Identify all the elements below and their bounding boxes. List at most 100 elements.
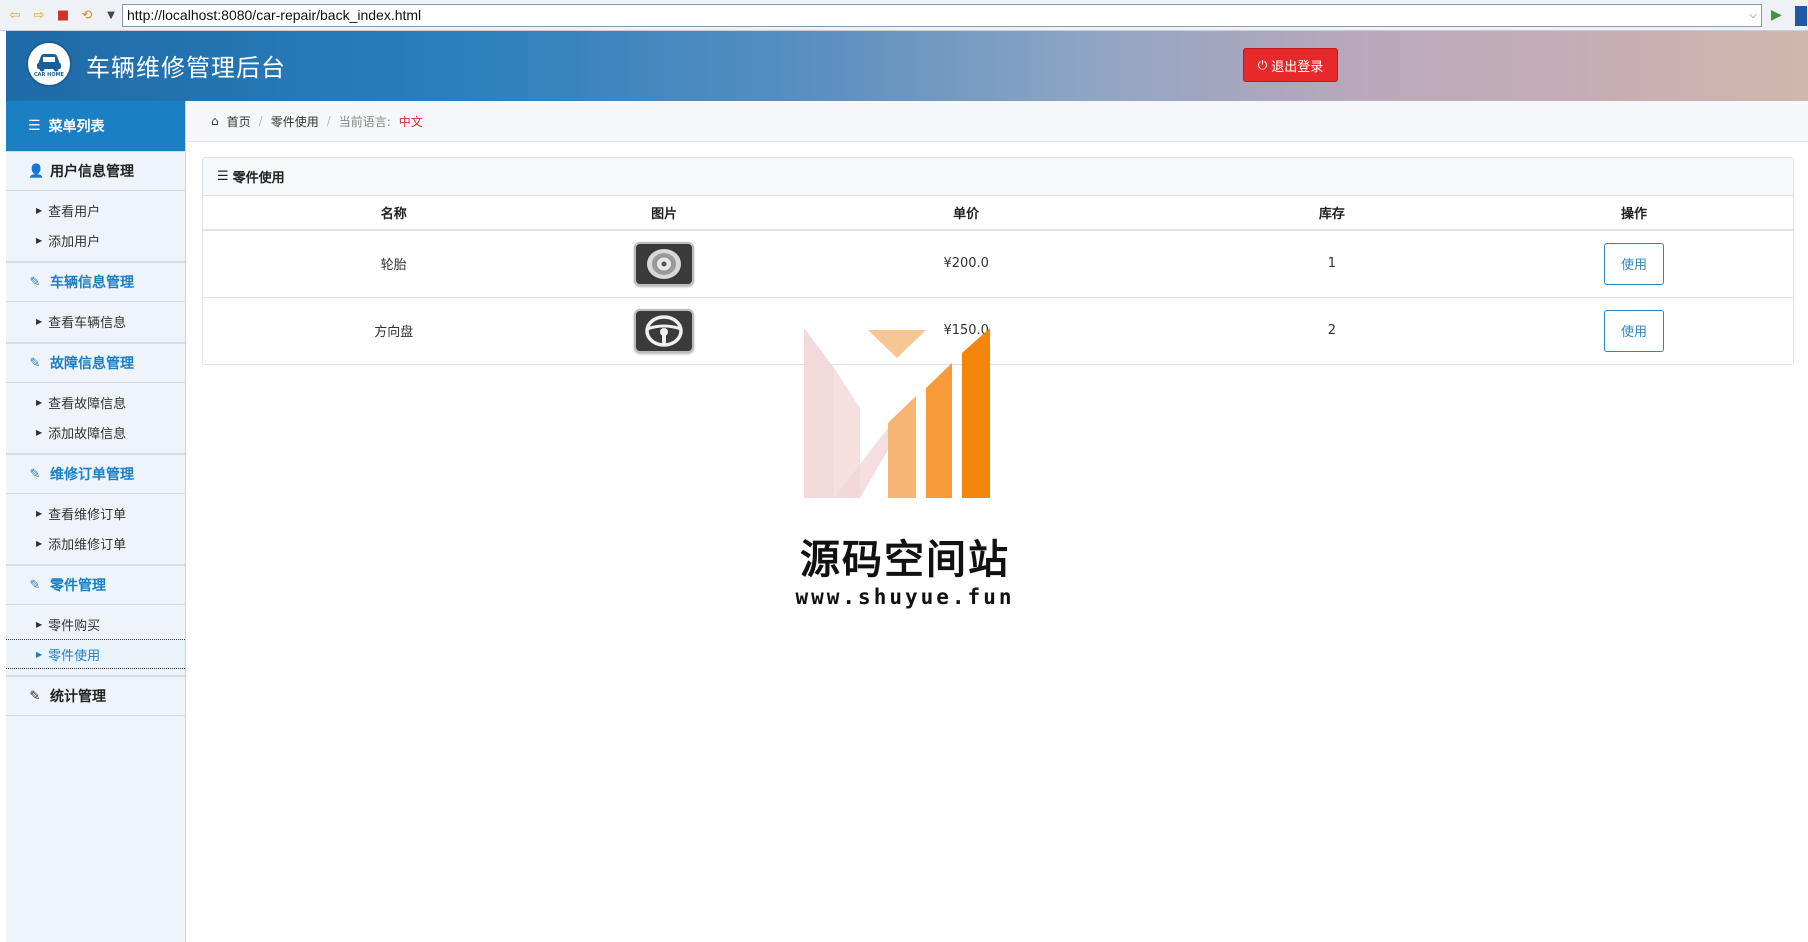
breadcrumb-separator: / (326, 114, 331, 128)
part-image-cell (584, 230, 744, 298)
edit-icon: ✎ (29, 355, 41, 371)
sidebar-item-add-fault[interactable]: ▶ 添加故障信息 (6, 417, 185, 447)
column-header-image: 图片 (584, 196, 744, 231)
sidebar-item-label: 添加用户 (48, 234, 101, 250)
browser-toolbar: ⇦ ⇨ ■ ⟲ ▼ http://localhost:8080/car-repa… (0, 0, 1808, 31)
sidebar-group-repair-orders[interactable]: ✎ 维修订单管理 (6, 454, 185, 494)
breadcrumb-current[interactable]: 零件使用 (271, 113, 319, 130)
sidebar-item-parts-usage[interactable]: ▶ 零件使用 (6, 639, 185, 669)
sidebar-group-statistics[interactable]: ✎ 统计管理 (6, 676, 185, 716)
sidebar-group-label: 用户信息管理 (50, 164, 134, 180)
list-icon: ☰ (28, 118, 41, 134)
sidebar-item-view-orders[interactable]: ▶ 查看维修订单 (6, 498, 185, 528)
history-dropdown-icon[interactable]: ▼ (102, 6, 120, 24)
panel-header: ☰ 零件使用 (203, 158, 1793, 196)
column-header-action: 操作 (1474, 196, 1793, 231)
sidebar-group-items: ▶ 查看车辆信息 (6, 302, 185, 343)
part-action-cell: 使用 (1475, 297, 1793, 364)
caret-right-icon: ▶ (36, 427, 43, 437)
part-stock: 2 (1327, 323, 1337, 339)
address-url: http://localhost:8080/car-repair/back_in… (127, 7, 422, 23)
part-stock: 1 (1188, 230, 1475, 298)
logo: CAR HOME (26, 41, 72, 87)
home-icon: ⌂ (211, 114, 219, 128)
use-button[interactable]: 使用 (1603, 242, 1664, 285)
part-image-cell (585, 297, 744, 364)
edit-icon: ✎ (29, 466, 41, 482)
logout-label: 退出登录 (1271, 58, 1324, 74)
watermark-url: www.shuyue.fun (795, 585, 1015, 609)
breadcrumb-separator: / (258, 114, 263, 128)
sidebar: ☰ 菜单列表 👤 用户信息管理 ▶ 查看用户 ▶ 添加用户 ✎ 车辆信息管理 ▶… (6, 101, 186, 942)
caret-right-icon: ▶ (36, 649, 43, 659)
power-icon: ⏻ (1257, 57, 1268, 72)
stop-icon[interactable]: ■ (54, 6, 72, 24)
refresh-icon[interactable]: ⟲ (78, 6, 96, 24)
go-icon[interactable]: ▶ (1771, 7, 1782, 23)
part-price: ¥200.0 (743, 230, 1189, 298)
part-name: 轮胎 (203, 230, 585, 298)
browser-side-icon (1795, 6, 1807, 26)
menu-list-title: 菜单列表 (48, 119, 105, 135)
caret-right-icon: ▶ (36, 538, 43, 548)
sidebar-group-user-info[interactable]: 👤 用户信息管理 (6, 151, 185, 191)
sidebar-item-label: 查看用户 (48, 204, 101, 220)
sidebar-group-items: ▶ 零件购买 ▶ 零件使用 (6, 605, 185, 676)
column-header-name: 名称 (203, 196, 585, 231)
address-bar[interactable]: http://localhost:8080/car-repair/back_in… (122, 4, 1762, 27)
watermark-title: 源码空间站 (800, 537, 1010, 583)
edit-icon: ✎ (29, 688, 41, 704)
sidebar-group-label: 维修订单管理 (50, 467, 134, 483)
sidebar-item-label: 添加维修订单 (48, 537, 127, 553)
app-title: 车辆维修管理后台 (86, 54, 286, 82)
user-icon: 👤 (28, 163, 45, 179)
sidebar-item-label: 查看故障信息 (48, 396, 127, 412)
caret-right-icon: ▶ (36, 235, 43, 245)
steering-wheel-icon (634, 308, 695, 353)
edit-icon: ✎ (29, 274, 41, 290)
car-logo-icon (37, 54, 61, 72)
edit-icon: ✎ (29, 577, 41, 593)
sidebar-item-label: 零件使用 (48, 648, 101, 664)
caret-right-icon: ▶ (36, 619, 43, 629)
sidebar-group-label: 车辆信息管理 (50, 275, 134, 291)
sidebar-group-label: 统计管理 (50, 689, 106, 705)
menu-list-header: ☰ 菜单列表 (6, 101, 185, 151)
sidebar-item-parts-purchase[interactable]: ▶ 零件购买 (6, 609, 185, 639)
breadcrumb-home[interactable]: 首页 (227, 113, 251, 130)
part-name: 方向盘 (374, 325, 414, 341)
column-header-stock: 库存 (1188, 196, 1475, 231)
sidebar-group-items: ▶ 查看故障信息 ▶ 添加故障信息 (6, 383, 185, 454)
sidebar-item-view-vehicles[interactable]: ▶ 查看车辆信息 (6, 306, 185, 336)
panel-title: 零件使用 (232, 171, 285, 186)
logo-text: CAR HOME (34, 72, 64, 78)
column-header-price: 单价 (743, 196, 1189, 231)
sidebar-item-label: 查看车辆信息 (48, 315, 127, 331)
sidebar-item-label: 零件购买 (48, 618, 101, 634)
sidebar-item-view-faults[interactable]: ▶ 查看故障信息 (6, 387, 185, 417)
sidebar-group-label: 故障信息管理 (50, 356, 134, 372)
sidebar-item-add-user[interactable]: ▶ 添加用户 (6, 225, 185, 255)
sidebar-group-parts[interactable]: ✎ 零件管理 (6, 565, 185, 605)
sidebar-group-items: ▶ 查看维修订单 ▶ 添加维修订单 (6, 494, 185, 565)
sidebar-item-view-users[interactable]: ▶ 查看用户 (6, 195, 185, 225)
list-icon: ☰ (217, 169, 229, 184)
sidebar-group-label: 零件管理 (50, 578, 106, 594)
use-button[interactable]: 使用 (1603, 309, 1664, 352)
forward-arrow-icon[interactable]: ⇨ (30, 6, 48, 24)
table-header-row: 名称 图片 单价 库存 操作 (203, 196, 1793, 231)
sidebar-group-vehicle-info[interactable]: ✎ 车辆信息管理 (6, 262, 185, 302)
caret-right-icon: ▶ (36, 316, 43, 326)
breadcrumb: ⌂ 首页 / 零件使用 / 当前语言: 中文 (187, 101, 1808, 142)
language-value[interactable]: 中文 (399, 113, 423, 130)
sidebar-item-label: 查看维修订单 (48, 507, 127, 523)
sidebar-group-fault-info[interactable]: ✎ 故障信息管理 (6, 343, 185, 383)
app-header: CAR HOME 车辆维修管理后台 ⏻ 退出登录 (6, 31, 1808, 101)
caret-right-icon: ▶ (36, 508, 43, 518)
address-dropdown-icon[interactable]: ⌵ (1749, 5, 1757, 26)
sidebar-group-items: ▶ 查看用户 ▶ 添加用户 (6, 191, 185, 262)
logout-button[interactable]: ⏻ 退出登录 (1243, 48, 1338, 82)
back-arrow-icon[interactable]: ⇦ (6, 6, 24, 24)
table-row: 轮胎 ¥200.0 1 使用 (203, 230, 1793, 298)
sidebar-item-add-order[interactable]: ▶ 添加维修订单 (6, 528, 185, 558)
